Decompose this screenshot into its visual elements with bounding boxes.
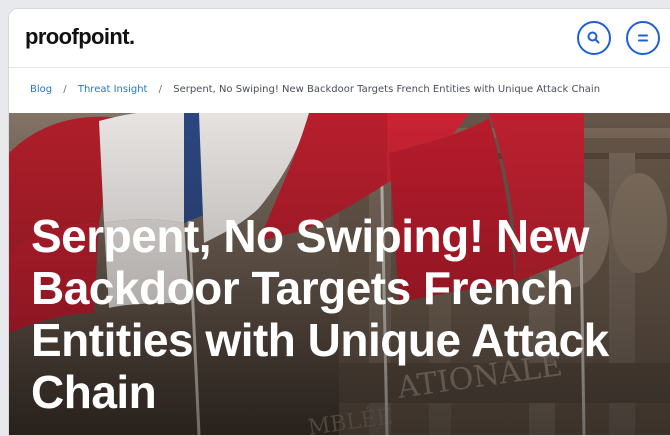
menu-icon [638,34,648,42]
proofpoint-logo[interactable]: proofpoint. [25,24,135,50]
breadcrumb-threat-insight-link[interactable]: Threat Insight [78,84,148,95]
breadcrumb-current-page: Serpent, No Swiping! New Backdoor Target… [173,84,601,95]
breadcrumb: Blog / Threat Insight / Serpent, No Swip… [30,84,600,95]
breadcrumb-separator: / [158,84,163,95]
search-icon [587,31,600,44]
breadcrumb-separator: / [63,84,67,95]
article-title: Serpent, No Swiping! New Backdoor Target… [31,210,609,418]
site-header: proofpoint. [9,9,670,68]
search-button[interactable] [577,21,611,55]
browser-page: proofpoint. Blog / Threat Insight / Serp… [8,8,670,436]
breadcrumb-blog-link[interactable]: Blog [30,84,52,95]
hero-banner: ATIONALE MBLÉE Serpent, No Swiping! New … [9,113,670,435]
menu-button[interactable] [626,21,660,55]
